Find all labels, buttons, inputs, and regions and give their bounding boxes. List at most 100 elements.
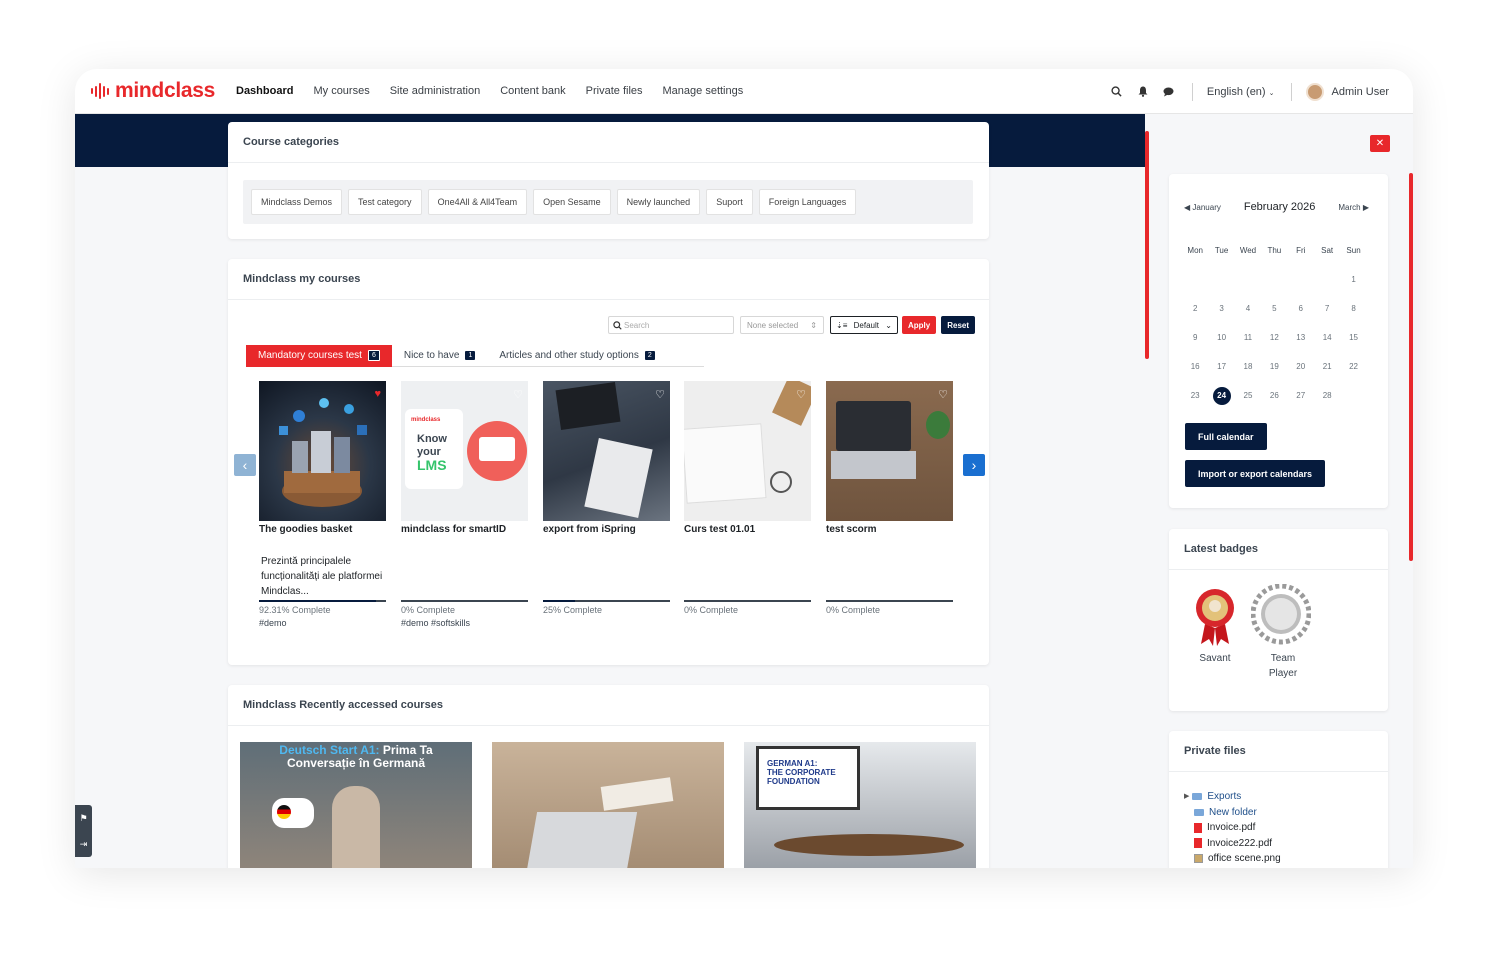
full-calendar-button[interactable]: Full calendar (1185, 423, 1267, 450)
badge-item[interactable]: Savant (1183, 584, 1247, 666)
nav-content-bank[interactable]: Content bank (500, 85, 565, 97)
calendar-day[interactable]: 10 (1208, 333, 1234, 342)
reset-button[interactable]: Reset (941, 316, 976, 334)
file-tree-item[interactable]: office scene.png (1184, 851, 1281, 867)
calendar-day[interactable]: 9 (1182, 333, 1208, 342)
user-menu[interactable]: Admin User (1332, 86, 1389, 98)
calendar-day[interactable]: 2 (1182, 304, 1208, 313)
calendar-day[interactable]: 18 (1235, 362, 1261, 371)
calendar-day[interactable]: 24 (1208, 386, 1234, 405)
calendar-day[interactable]: 6 (1288, 304, 1314, 313)
badge-item[interactable]: Team Player (1249, 583, 1313, 681)
calendar-day[interactable]: 25 (1235, 391, 1261, 400)
calendar-day[interactable]: 13 (1288, 333, 1314, 342)
calendar-day[interactable]: 27 (1288, 391, 1314, 400)
avatar[interactable] (1305, 82, 1324, 101)
scrollbar-thumb[interactable] (1145, 131, 1149, 359)
tab-label: Mandatory courses test (258, 350, 362, 361)
course-name[interactable]: Curs test 01.01 (684, 524, 811, 538)
favorite-heart-icon[interactable]: ♡ (513, 388, 523, 401)
favorite-heart-icon[interactable]: ♥ (374, 388, 381, 400)
calendar-day[interactable]: 8 (1340, 304, 1366, 313)
login-icon[interactable]: ⇥ (75, 831, 92, 857)
carousel-next-button[interactable]: › (963, 454, 985, 476)
calendar-current-month: February 2026 (1243, 201, 1316, 213)
bell-icon[interactable] (1136, 85, 1150, 99)
course-tags[interactable]: #demo #softskills (401, 618, 528, 628)
calendar-day[interactable]: 4 (1235, 304, 1261, 313)
course-name[interactable]: mindclass for smartID (401, 524, 528, 538)
chat-icon[interactable] (1162, 85, 1176, 99)
tab-nice-to-have[interactable]: Nice to have 1 (392, 345, 488, 367)
calendar-day[interactable]: 20 (1288, 362, 1314, 371)
calendar-day[interactable]: 15 (1340, 333, 1366, 342)
favorite-heart-icon[interactable]: ♡ (938, 388, 948, 401)
logo[interactable]: mindclass (91, 79, 231, 103)
file-tree-item[interactable]: ▶ Exports (1184, 789, 1281, 805)
filter-select[interactable]: None selected ⇕ (740, 316, 824, 334)
calendar-day[interactable]: 11 (1235, 333, 1261, 342)
category-chip[interactable]: Test category (348, 189, 422, 215)
course-name[interactable]: export from iSpring (543, 524, 670, 538)
course-card[interactable]: ♡ export from iSpring 25% Complete (543, 381, 670, 618)
recent-course-image[interactable]: Deutsch Start A1: Prima Ta Conversație î… (240, 742, 472, 868)
nav-private-files[interactable]: Private files (586, 85, 643, 97)
course-tags[interactable]: #demo (259, 618, 386, 628)
tab-mandatory[interactable]: Mandatory courses test 6 (246, 344, 392, 367)
favorite-heart-icon[interactable]: ♡ (655, 388, 665, 401)
category-chip[interactable]: Open Sesame (533, 189, 611, 215)
course-card[interactable]: mindclass Know your LMS ♡ mindclass for … (401, 381, 528, 628)
calendar-day[interactable]: 7 (1314, 304, 1340, 313)
calendar-day[interactable]: 12 (1261, 333, 1287, 342)
calendar-day[interactable]: 28 (1314, 391, 1340, 400)
carousel-prev-button[interactable]: ‹ (234, 454, 256, 476)
calendar-day[interactable]: 14 (1314, 333, 1340, 342)
course-name[interactable]: The goodies basket (259, 524, 386, 538)
category-chip[interactable]: Newly launched (616, 189, 701, 215)
search-input[interactable]: Search (608, 316, 734, 334)
calendar-day[interactable]: 23 (1182, 391, 1208, 400)
search-icon[interactable] (1110, 85, 1124, 99)
category-chip[interactable]: Suport (706, 189, 753, 215)
calendar-prev-month[interactable]: ◀ January (1184, 203, 1221, 212)
nav-dashboard[interactable]: Dashboard (236, 85, 293, 97)
flag-icon[interactable]: ⚑ (75, 805, 92, 831)
calendar-day[interactable]: 21 (1314, 362, 1340, 371)
scrollbar-thumb[interactable] (1409, 173, 1413, 561)
course-card[interactable]: ♡ Curs test 01.01 0% Complete (684, 381, 811, 618)
category-chip[interactable]: Mindclass Demos (251, 189, 343, 215)
close-drawer-button[interactable]: ✕ (1370, 135, 1390, 152)
expand-caret-icon[interactable]: ▶ (1184, 789, 1189, 805)
nav-manage-settings[interactable]: Manage settings (663, 85, 744, 97)
calendar-today[interactable]: 24 (1212, 386, 1231, 405)
calendar-next-month[interactable]: March ▶ (1338, 203, 1369, 212)
file-tree-item[interactable]: Invoice222.pdf (1184, 836, 1281, 852)
apply-button[interactable]: Apply (902, 316, 937, 334)
language-selector[interactable]: English (en) ⌄ (1207, 86, 1275, 98)
badge-name: Savant (1199, 653, 1231, 664)
recent-course-image[interactable] (492, 742, 724, 868)
file-tree-item[interactable]: Invoice.pdf (1184, 820, 1281, 836)
import-export-calendars-button[interactable]: Import or export calendars (1185, 460, 1326, 487)
category-chip[interactable]: Foreign Languages (758, 189, 857, 215)
course-card[interactable]: ♥ The goodies basket Prezintă principale… (259, 381, 386, 628)
calendar-day[interactable]: 22 (1340, 362, 1366, 371)
file-tree-item[interactable]: New folder (1184, 805, 1281, 821)
calendar-day[interactable]: 5 (1261, 304, 1287, 313)
course-card[interactable]: ♡ test scorm 0% Complete (826, 381, 953, 618)
nav-my-courses[interactable]: My courses (313, 85, 369, 97)
calendar-day[interactable]: 26 (1261, 391, 1287, 400)
calendar-day[interactable]: 19 (1261, 362, 1287, 371)
calendar-day[interactable]: 1 (1340, 275, 1366, 284)
tab-articles[interactable]: Articles and other study options 2 (487, 345, 666, 367)
recent-course-image[interactable]: GERMAN A1: THE CORPORATE FOUNDATION (744, 742, 976, 868)
nav-site-administration[interactable]: Site administration (390, 85, 481, 97)
chevron-left-icon: ‹ (242, 457, 248, 473)
category-chip[interactable]: One4All & All4Team (427, 189, 528, 215)
calendar-day[interactable]: 3 (1208, 304, 1234, 313)
course-name[interactable]: test scorm (826, 524, 953, 538)
calendar-day[interactable]: 17 (1208, 362, 1234, 371)
favorite-heart-icon[interactable]: ♡ (796, 388, 806, 401)
calendar-day[interactable]: 16 (1182, 362, 1208, 371)
sort-select[interactable]: ⇣≡ Default ⌄ (830, 316, 898, 334)
